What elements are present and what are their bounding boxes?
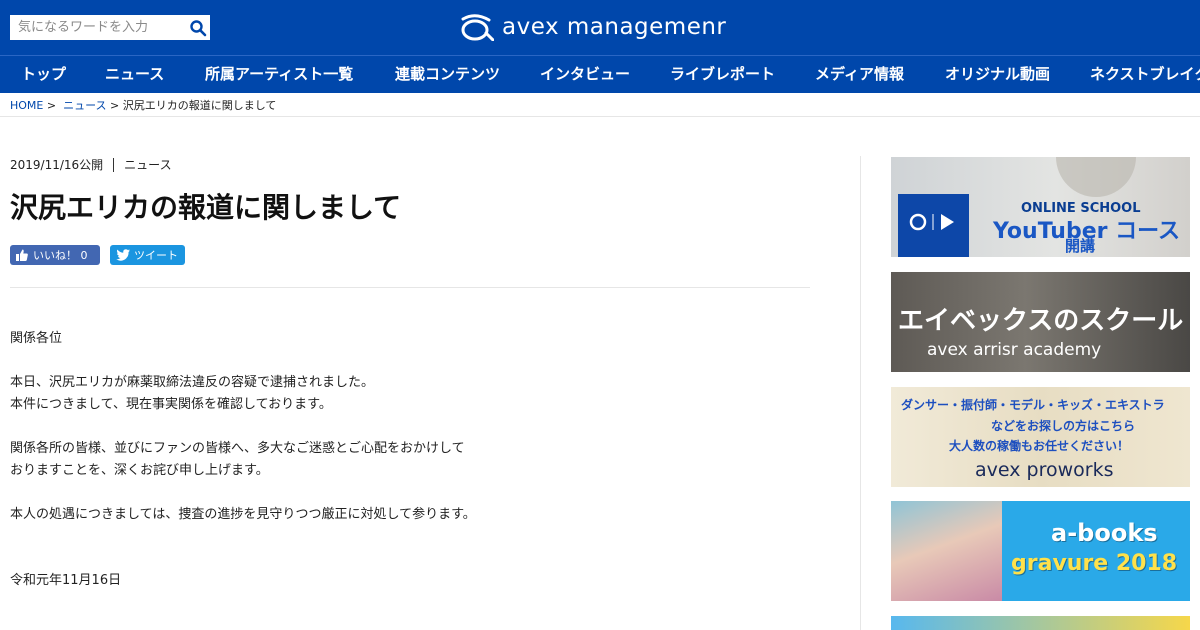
banner-line: a-books <box>1051 519 1158 547</box>
paragraph-line: おりますことを、深くお詫び申し上げます。 <box>10 463 269 478</box>
article-title: 沢尻エリカの報道に関しまして <box>10 191 402 224</box>
publish-date: 2019/11/16公開 <box>10 158 104 172</box>
banner-line: avex arrisr academy <box>927 340 1102 360</box>
nav-item-artists[interactable]: 所属アーティスト一覧 <box>205 56 353 93</box>
nav-item-original-video[interactable]: オリジナル動画 <box>945 56 1050 93</box>
banner-photo <box>891 501 1002 601</box>
paragraph-line: 本人の処遇につきましては、捜査の進捗を見守りつつ厳正に対処して参ります。 <box>10 507 476 522</box>
paragraph-salutation: 関係各位 <box>10 331 63 346</box>
thumbs-up-icon <box>16 249 28 261</box>
academy-badge <box>898 194 969 257</box>
facebook-like-button[interactable]: いいね！ 0 <box>10 245 100 265</box>
search-box <box>10 15 210 40</box>
banner-line: などをお探しの方はこちら <box>991 419 1136 433</box>
search-input[interactable] <box>10 15 182 40</box>
banner-line: avex proworks <box>975 459 1114 481</box>
banner-photo <box>1056 157 1136 197</box>
article-body: 関係各位 本日、沢尻エリカが麻薬取締法違反の容疑で逮捕されました。 本件につきま… <box>10 328 810 592</box>
meta-divider <box>113 157 115 172</box>
twitter-bird-icon <box>116 249 130 261</box>
article-category[interactable]: ニュース <box>124 156 171 173</box>
breadcrumb-separator: > <box>46 99 57 112</box>
paragraph-date: 令和元年11月16日 <box>10 573 122 588</box>
banner-line: エイベックスのスクール <box>898 306 1184 336</box>
breadcrumb: HOME > ニュース > 沢尻エリカの報道に関しまして <box>10 97 276 113</box>
site-header: avex managemenr <box>0 0 1200 55</box>
tweet-button[interactable]: ツイート <box>110 245 185 265</box>
logo-text: avex managemenr <box>502 14 727 40</box>
banner-line: 大人数の稼働もお任せください！ <box>949 439 1130 453</box>
nav-item-series[interactable]: 連載コンテンツ <box>395 56 500 93</box>
site-logo[interactable]: avex managemenr <box>460 12 726 42</box>
banner-proworks[interactable]: ダンサー・振付師・モデル・キッズ・エキストラ などをお探しの方はこちら 大人数の… <box>891 387 1190 487</box>
like-label: いいね！ 0 <box>33 249 88 262</box>
breadcrumb-home[interactable]: HOME <box>10 99 43 112</box>
nav-item-interview[interactable]: インタビュー <box>540 56 630 93</box>
paragraph-line: 本日、沢尻エリカが麻薬取締法違反の容疑で逮捕されました。 <box>10 375 375 390</box>
banner-line: gravure 2018 <box>1011 551 1178 576</box>
banner-youtuber-course[interactable]: ONLINE SCHOOL YouTuber コース 開講 <box>891 157 1190 257</box>
tweet-label: ツイート <box>134 249 178 262</box>
breadcrumb-divider <box>0 116 1200 117</box>
banner-partial[interactable] <box>891 616 1190 630</box>
nav-item-top[interactable]: トップ <box>21 56 66 93</box>
nav-item-news[interactable]: ニュース <box>105 56 164 93</box>
nav-item-next-break[interactable]: ネクストブレイク <box>1090 56 1200 93</box>
sidebar-divider <box>860 156 861 630</box>
breadcrumb-separator: > <box>110 99 120 112</box>
nav-item-live-report[interactable]: ライブレポート <box>670 56 775 93</box>
breadcrumb-current: 沢尻エリカの報道に関しまして <box>122 99 277 112</box>
paragraph-line: 本件につきまして、現在事実関係を確認しております。 <box>10 397 332 412</box>
search-icon[interactable] <box>189 19 207 37</box>
main-nav: トップ ニュース 所属アーティスト一覧 連載コンテンツ インタビュー ライブレポ… <box>0 55 1200 93</box>
banner-line: 開講 <box>1065 237 1096 255</box>
paragraph-line: 関係各所の皆様、並びにファンの皆様へ、多大なご迷惑とご心配をおかけして <box>10 441 465 456</box>
banner-artist-academy[interactable]: エイベックスのスクール avex arrisr academy <box>891 272 1190 372</box>
banner-line: ダンサー・振付師・モデル・キッズ・エキストラ <box>901 398 1165 412</box>
nav-item-media[interactable]: メディア情報 <box>815 56 904 93</box>
banner-a-books-gravure[interactable]: a-books gravure 2018 <box>891 501 1190 601</box>
article-divider <box>10 287 810 288</box>
avex-logo-icon <box>461 14 494 41</box>
article-meta: 2019/11/16公開 ニュース <box>10 156 172 173</box>
breadcrumb-news[interactable]: ニュース <box>63 99 106 112</box>
